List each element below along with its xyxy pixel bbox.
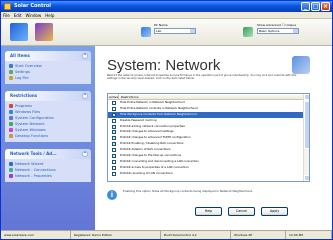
- programs-icon: [9, 104, 13, 108]
- pc-name-label: PC Name: [154, 23, 168, 27]
- sidebar-item[interactable]: Desktop Functions: [9, 133, 87, 139]
- menu-bar: File Edit Window Help: [1, 12, 332, 19]
- panel-header[interactable]: Restrictions ^: [5, 91, 91, 101]
- list-row[interactable]: Prohibit renaming of LAN connections: [108, 171, 309, 177]
- log-file-icon: [9, 76, 13, 80]
- cancel-button[interactable]: Cancel: [228, 207, 255, 216]
- menu-file[interactable]: File: [3, 12, 10, 18]
- system-config-icon: [9, 116, 13, 120]
- wizard-icon: [9, 162, 13, 166]
- row-checkbox[interactable]: [112, 159, 116, 164]
- col-restriction-header[interactable]: Restrictions: [119, 94, 309, 99]
- row-checkbox[interactable]: [112, 153, 116, 158]
- sidebar-item-label: Network - Properties: [15, 174, 52, 178]
- panel-body: Network Wizard Network - Connections Netwo…: [5, 159, 91, 182]
- computer-icon: [141, 27, 151, 37]
- collapse-chevron-icon[interactable]: ^: [82, 53, 88, 59]
- row-label: Prohibit renaming of LAN connections: [120, 170, 173, 175]
- list-rows: Hide Entire Network in Network Neighborh…: [108, 100, 309, 177]
- close-button[interactable]: ×: [321, 2, 330, 11]
- help-button[interactable]: Help: [195, 207, 222, 216]
- toolbar: PC Name Lab Show Advanced ☐ Unique Basic…: [1, 19, 332, 46]
- sidebar-item[interactable]: Log File: [9, 75, 87, 81]
- network-icon: [9, 122, 13, 126]
- col-active-header[interactable]: Active: [108, 94, 119, 99]
- menu-window[interactable]: Window: [25, 12, 41, 18]
- info-icon: i: [107, 190, 117, 200]
- sidebar: All Items ^ Start Overview Settings Log File…: [1, 46, 95, 230]
- scroll-up-button[interactable]: [304, 94, 309, 100]
- restrictions-list[interactable]: Active Restrictions Hide Entire Network …: [107, 93, 310, 182]
- row-checkbox[interactable]: [112, 124, 116, 129]
- row-checkbox[interactable]: [112, 130, 116, 135]
- advanced-group: Show Advanced ☐ Unique Basic Options: [257, 23, 299, 34]
- panel-body: Programs Windows Files System Configuratio…: [5, 101, 91, 142]
- scroll-thumb[interactable]: [304, 101, 309, 149]
- system-windows-icon: [9, 128, 13, 132]
- settings-icon: [9, 70, 13, 74]
- row-checkbox[interactable]: [112, 112, 116, 117]
- desktop-icon: [9, 134, 13, 138]
- status-build: Build SolarControl 4.2: [161, 231, 231, 239]
- collapse-chevron-icon[interactable]: ^: [82, 151, 88, 157]
- row-checkbox[interactable]: [112, 106, 116, 111]
- home-icon: [9, 64, 13, 68]
- collapse-chevron-icon[interactable]: ^: [82, 93, 88, 99]
- row-checkbox[interactable]: [112, 118, 116, 123]
- sidebar-panel: All Items ^ Start Overview Settings Log File: [5, 51, 91, 84]
- minimize-button[interactable]: _: [301, 2, 310, 11]
- pc-name-select[interactable]: Lab: [154, 28, 196, 34]
- network-title-icon: [292, 56, 310, 74]
- window-title: Solar Control: [14, 3, 51, 9]
- panel-body: Start Overview Settings Log File: [5, 61, 91, 84]
- status-bar: www.solarware.com Registered: Demo Editi…: [1, 230, 332, 239]
- row-checkbox[interactable]: [112, 165, 116, 170]
- sidebar-panel: Network Tools / Ad... ^ Network Wizard Netw…: [5, 149, 91, 182]
- menu-edit[interactable]: Edit: [14, 12, 22, 18]
- button-row: Help Cancel Apply: [195, 207, 288, 216]
- app-icon: [4, 3, 11, 10]
- sidebar-item-label: Desktop Functions: [15, 134, 49, 138]
- panel-header[interactable]: All Items ^: [5, 51, 91, 61]
- menu-help[interactable]: Help: [45, 12, 54, 18]
- row-checkbox[interactable]: [112, 148, 116, 153]
- properties-icon: [9, 174, 13, 178]
- apply-button[interactable]: Apply: [261, 207, 288, 216]
- panel-header[interactable]: Network Tools / Ad... ^: [5, 149, 91, 159]
- windows-files-icon: [9, 110, 13, 114]
- row-checkbox[interactable]: [112, 171, 116, 176]
- status-time: 12:00 PM: [286, 231, 332, 239]
- panel-title: Restrictions: [10, 93, 38, 98]
- app-window: Solar Control _ □ × File Edit Window Hel…: [0, 0, 333, 240]
- connections-icon: [9, 168, 13, 172]
- sidebar-item[interactable]: Network - Properties: [9, 173, 87, 179]
- status-registration: Registered: Demo Edition: [71, 231, 161, 239]
- pc-name-group: PC Name Lab: [154, 23, 196, 34]
- page-description: Restrict the network access, Internet pr…: [107, 74, 297, 81]
- unique-label: Unique: [285, 23, 297, 27]
- row-checkbox[interactable]: [112, 142, 116, 147]
- row-checkbox[interactable]: [112, 136, 116, 141]
- main-content: System: Network Restrict the network acc…: [95, 46, 332, 230]
- scroll-down-button[interactable]: [304, 175, 309, 181]
- solar-logo-icon: [10, 23, 28, 41]
- status-os: Windows XP: [231, 231, 286, 239]
- title-bar[interactable]: Solar Control _ □ ×: [1, 1, 332, 12]
- status-website: www.solarware.com: [1, 231, 71, 239]
- panel-title: All Items: [10, 53, 30, 58]
- maximize-button[interactable]: □: [311, 2, 320, 11]
- user-icon: [243, 27, 253, 37]
- list-scrollbar[interactable]: [303, 94, 309, 181]
- options-select[interactable]: Basic Options: [257, 28, 299, 34]
- info-text: Enabling this option hides all Workgroup…: [123, 189, 254, 193]
- panel-title: Network Tools / Ad...: [10, 151, 57, 156]
- sidebar-item-label: Log File: [15, 76, 29, 80]
- product-logo-icon: [35, 23, 53, 41]
- info-box: i Enabling this option hides all Workgro…: [107, 189, 312, 203]
- show-advanced-label: Show Advanced: [257, 23, 281, 27]
- page-title: System: Network: [107, 57, 221, 74]
- sidebar-panel: Restrictions ^ Programs Windows Files System…: [5, 91, 91, 142]
- row-checkbox[interactable]: [112, 100, 116, 105]
